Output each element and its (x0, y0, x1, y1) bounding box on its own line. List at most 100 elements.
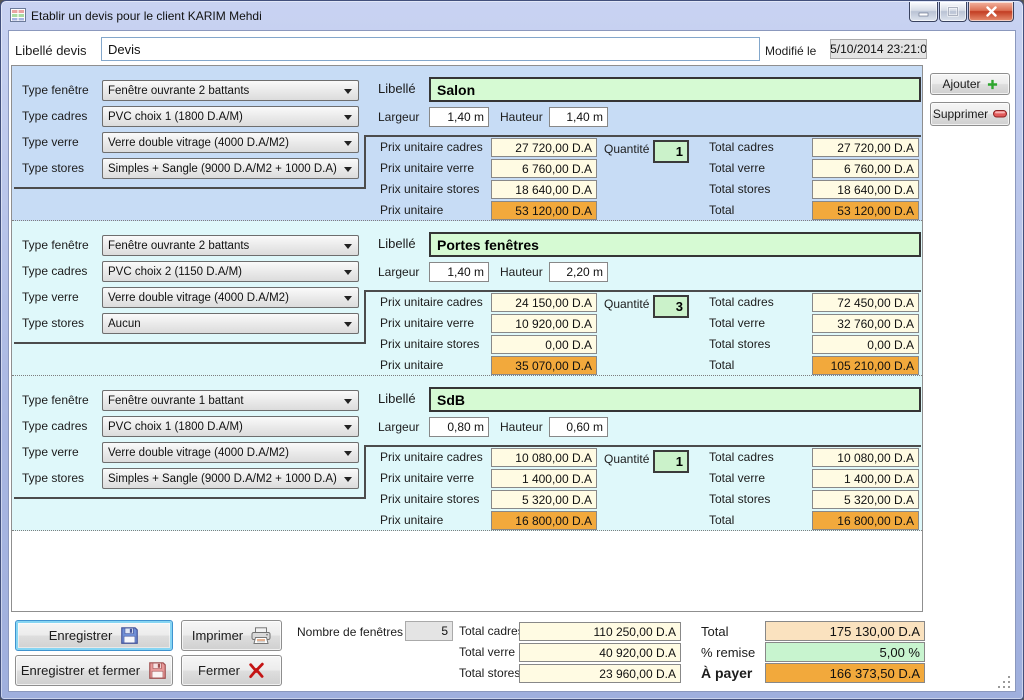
type-verre-label: Type verre (22, 135, 79, 149)
total-field: 105 210,00 D.A (812, 356, 919, 375)
total-verre-field: 32 760,00 D.A (812, 314, 919, 333)
minus-icon (993, 110, 1007, 118)
save-button-label: Enregistrer (49, 628, 113, 643)
print-button-label: Imprimer (192, 628, 243, 643)
libelle-input[interactable]: Portes fenêtres (429, 232, 921, 257)
total-label: Total (709, 203, 734, 217)
total-cadres-label: Total cadres (709, 295, 774, 309)
total-stores-field: 0,00 D.A (812, 335, 919, 354)
chevron-down-icon (344, 89, 352, 94)
quote-lines-panel: Type fenêtre Type cadres Type verre Type… (11, 65, 923, 612)
close-dialog-button-label: Fermer (198, 663, 240, 678)
prix-unitaire-verre-field: 10 920,00 D.A (491, 314, 597, 333)
libelle-devis-label: Libellé devis (15, 43, 87, 58)
largeur-label: Largeur (378, 110, 419, 124)
type-fenetre-label: Type fenêtre (22, 238, 89, 252)
type-verre-select[interactable]: Verre double vitrage (4000 D.A/M2) (102, 132, 359, 153)
prix-unitaire-cadres-label: Prix unitaire cadres (380, 450, 483, 464)
save-and-close-button[interactable]: Enregistrer et fermer (15, 655, 173, 686)
hauteur-input[interactable]: 0,60 m (549, 417, 608, 437)
total-label: Total (709, 358, 734, 372)
total-cadres-field: 72 450,00 D.A (812, 293, 919, 312)
type-stores-label: Type stores (22, 471, 84, 485)
hauteur-label: Hauteur (500, 420, 543, 434)
save-button[interactable]: Enregistrer (15, 620, 173, 651)
minimize-button[interactable] (909, 2, 938, 22)
chevron-down-icon (344, 115, 352, 120)
hauteur-input[interactable]: 2,20 m (549, 262, 608, 282)
close-button[interactable] (968, 2, 1014, 22)
libelle-input[interactable]: SdB (429, 387, 921, 412)
largeur-label: Largeur (378, 420, 419, 434)
chevron-down-icon (344, 322, 352, 327)
type-fenetre-select[interactable]: Fenêtre ouvrante 1 battant (102, 390, 359, 411)
total-cadres-label: Total cadres (709, 140, 774, 154)
modifie-le-label: Modifié le (765, 44, 816, 58)
total-verre-label: Total verre (709, 316, 765, 330)
maximize-button[interactable] (939, 2, 967, 22)
largeur-label: Largeur (378, 265, 419, 279)
remise-input[interactable]: 5,00 % (765, 642, 925, 662)
type-fenetre-label: Type fenêtre (22, 83, 89, 97)
total-verre-label: Total verre (709, 161, 765, 175)
largeur-input[interactable]: 1,40 m (429, 107, 489, 127)
hauteur-input[interactable]: 1,40 m (549, 107, 608, 127)
type-cadres-select[interactable]: PVC choix 2 (1150 D.A/M) (102, 261, 359, 282)
total-verre-field: 1 400,00 D.A (812, 469, 919, 488)
type-fenetre-select[interactable]: Fenêtre ouvrante 2 battants (102, 235, 359, 256)
type-fenetre-select[interactable]: Fenêtre ouvrante 2 battants (102, 80, 359, 101)
type-stores-select[interactable]: Aucun (102, 313, 359, 334)
sum-total-verre-label: Total verre (459, 645, 515, 659)
type-verre-select[interactable]: Verre double vitrage (4000 D.A/M2) (102, 287, 359, 308)
type-cadres-select[interactable]: PVC choix 1 (1800 D.A/M) (102, 106, 359, 127)
print-button[interactable]: Imprimer (181, 620, 282, 651)
a-payer-label: À payer (701, 665, 752, 681)
largeur-input[interactable]: 1,40 m (429, 262, 489, 282)
chevron-down-icon (344, 477, 352, 482)
libelle-input[interactable]: Salon (429, 77, 921, 102)
type-fenetre-value: Fenêtre ouvrante 1 battant (108, 395, 244, 407)
quantite-input[interactable]: 3 (653, 295, 689, 318)
prix-unitaire-verre-label: Prix unitaire verre (380, 161, 474, 175)
type-verre-value: Verre double vitrage (4000 D.A/M2) (108, 137, 289, 149)
total-stores-label: Total stores (709, 492, 770, 506)
type-cadres-select[interactable]: PVC choix 1 (1800 D.A/M) (102, 416, 359, 437)
prix-unitaire-cadres-label: Prix unitaire cadres (380, 140, 483, 154)
total-label: Total (709, 513, 734, 527)
largeur-input[interactable]: 0,80 m (429, 417, 489, 437)
libelle-devis-input[interactable]: Devis (101, 37, 760, 61)
delete-window-button[interactable]: Supprimer (930, 102, 1010, 126)
title-bar[interactable]: Etablir un devis pour le client KARIM Me… (1, 1, 1023, 30)
type-verre-label: Type verre (22, 445, 79, 459)
type-verre-label: Type verre (22, 290, 79, 304)
remise-label: % remise (701, 645, 755, 660)
sum-total-cadres-label: Total cadres (459, 624, 524, 638)
quantite-input[interactable]: 1 (653, 450, 689, 473)
total-stores-field: 5 320,00 D.A (812, 490, 919, 509)
prix-unitaire-cadres-field: 10 080,00 D.A (491, 448, 597, 467)
total-field: 16 800,00 D.A (812, 511, 919, 530)
type-verre-select[interactable]: Verre double vitrage (4000 D.A/M2) (102, 442, 359, 463)
window-quote-section: Type fenêtre Type cadres Type verre Type… (12, 221, 922, 376)
prix-unitaire-field: 35 070,00 D.A (491, 356, 597, 375)
type-cadres-value: PVC choix 2 (1150 D.A/M) (108, 266, 242, 278)
chevron-down-icon (344, 425, 352, 430)
type-stores-select[interactable]: Simples + Sangle (9000 D.A/M2 + 1000 D.A… (102, 468, 359, 489)
type-stores-select[interactable]: Simples + Sangle (9000 D.A/M2 + 1000 D.A… (102, 158, 359, 179)
window-quote-section: Type fenêtre Type cadres Type verre Type… (12, 66, 922, 221)
grand-total-label: Total (701, 624, 728, 639)
close-dialog-button[interactable]: Fermer (181, 655, 282, 686)
total-verre-label: Total verre (709, 471, 765, 485)
nombre-fenetres-field: 5 (405, 621, 453, 641)
quantite-input[interactable]: 1 (653, 140, 689, 163)
type-stores-value: Simples + Sangle (9000 D.A/M2 + 1000 D.A… (108, 473, 337, 485)
prix-unitaire-stores-label: Prix unitaire stores (380, 492, 479, 506)
prix-unitaire-label: Prix unitaire (380, 513, 443, 527)
save-and-close-button-label: Enregistrer et fermer (21, 663, 140, 678)
resize-grip[interactable] (998, 676, 1010, 688)
prix-unitaire-stores-label: Prix unitaire stores (380, 182, 479, 196)
quantite-label: Quantité (604, 142, 649, 156)
add-window-button[interactable]: Ajouter (930, 73, 1010, 95)
nombre-fenetres-label: Nombre de fenêtres (297, 625, 403, 639)
prix-unitaire-field: 16 800,00 D.A (491, 511, 597, 530)
